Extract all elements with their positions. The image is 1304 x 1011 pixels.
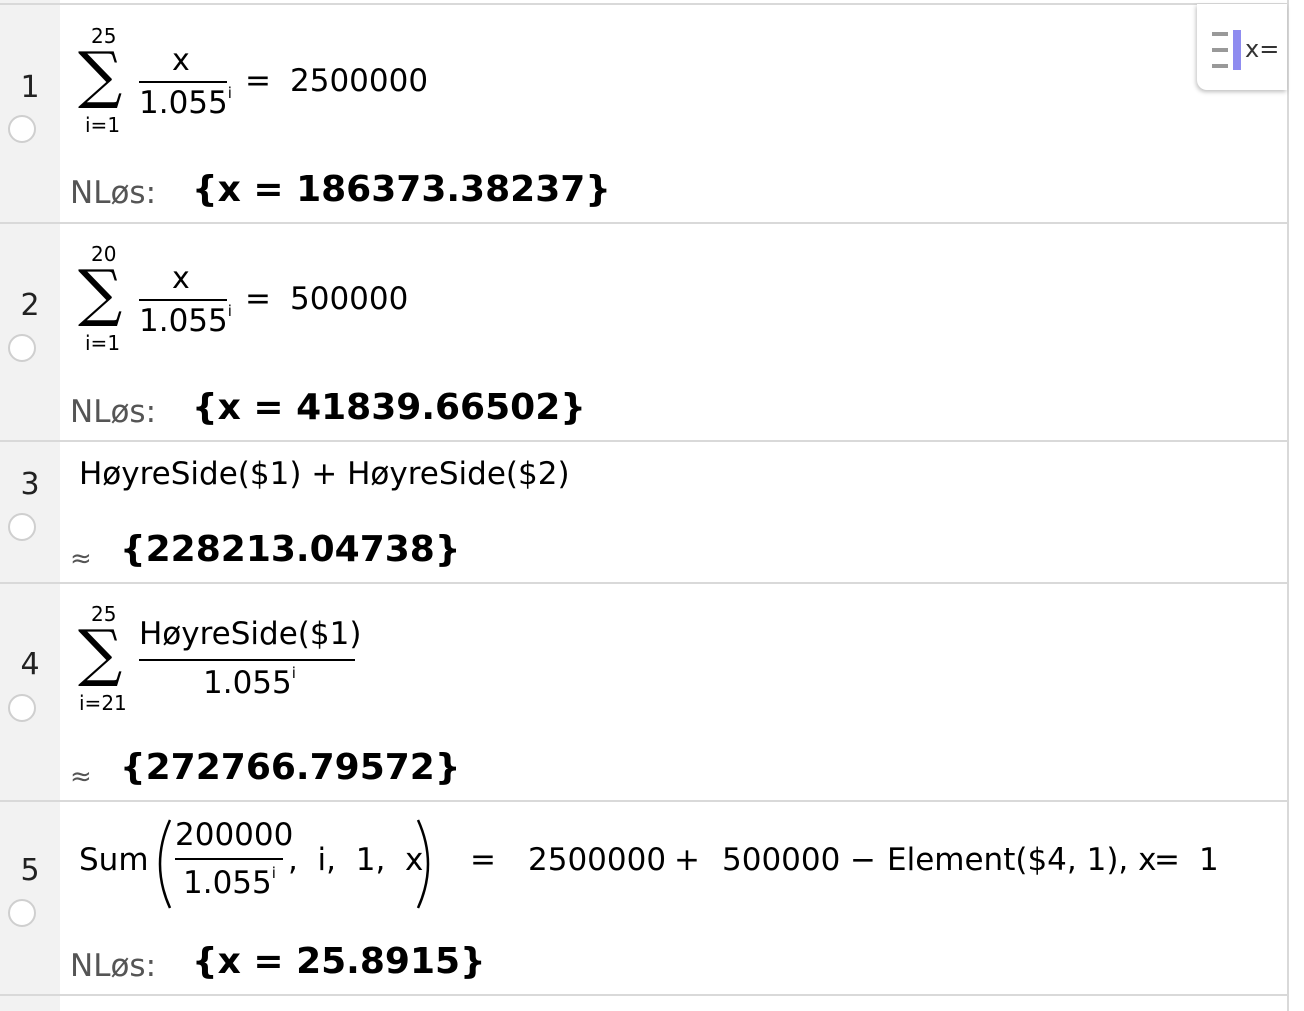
- algebra-toggle-label: x=: [1245, 35, 1280, 63]
- equation-rhs-term: 500000: [722, 842, 841, 878]
- row-divider: [0, 582, 1288, 584]
- fraction-numerator: x: [172, 261, 190, 296]
- output-value: {x = 186373.38237}: [192, 169, 611, 210]
- function-arguments: , i, 1, x: [288, 842, 424, 878]
- row-divider: [0, 800, 1288, 802]
- row-divider: [0, 3, 1288, 5]
- row-visibility-toggle[interactable]: [8, 899, 36, 927]
- output-label: NLøs:: [70, 175, 157, 211]
- fraction-numerator: HøyreSide($1): [139, 616, 362, 652]
- sum-lower-limit: i=1: [85, 113, 121, 137]
- output-label: NLøs:: [70, 948, 157, 984]
- equation-rhs-term: 2500000: [528, 842, 667, 878]
- fraction-bar: [175, 858, 283, 860]
- row-number: 2: [20, 288, 40, 323]
- fraction-numerator: 200000: [175, 817, 294, 853]
- output-value: {272766.79572}: [120, 747, 461, 788]
- sum-lower-limit: i=1: [85, 331, 121, 355]
- sum-lower-limit: i=21: [79, 691, 127, 715]
- fraction-denominator: 1.055i: [139, 84, 232, 121]
- right-border: [1287, 0, 1289, 1011]
- row-divider: [0, 440, 1288, 442]
- output-label: ≈: [70, 544, 92, 574]
- output-value: {x = 41839.66502}: [192, 387, 586, 428]
- equals-sign: =: [245, 281, 271, 317]
- equals-sign: =: [245, 63, 271, 99]
- left-parenthesis-icon: [158, 819, 172, 909]
- equals-sign: =: [470, 842, 496, 878]
- minus-sign: −: [850, 842, 876, 878]
- row-number: 4: [20, 647, 40, 682]
- equation-rhs: 2500000: [290, 63, 429, 99]
- equals-sign: =: [1154, 842, 1180, 878]
- row-visibility-toggle[interactable]: [8, 694, 36, 722]
- row-number: 5: [20, 853, 40, 888]
- fraction-numerator: x: [172, 43, 190, 78]
- cas-input[interactable]: HøyreSide($1) + HøyreSide($2): [79, 459, 570, 490]
- equation-rhs-term: Element($4, 1), x: [887, 842, 1157, 878]
- fraction-bar: [139, 659, 355, 661]
- fraction-bar: [139, 81, 227, 83]
- start-value: 1: [1199, 842, 1219, 878]
- row-number: 1: [20, 70, 40, 105]
- sigma-icon: ∑: [78, 38, 123, 111]
- output-label: NLøs:: [70, 394, 157, 430]
- row-divider: [0, 994, 1288, 996]
- row-divider: [0, 222, 1288, 224]
- right-parenthesis-icon: [416, 819, 430, 909]
- fraction-denominator: 1.055i: [183, 864, 276, 901]
- algebra-view-toggle-button[interactable]: x=: [1197, 4, 1287, 90]
- row-visibility-toggle[interactable]: [8, 115, 36, 143]
- row-visibility-toggle[interactable]: [8, 513, 36, 541]
- output-label: ≈: [70, 762, 92, 792]
- fraction-bar: [139, 299, 227, 301]
- fraction-denominator: 1.055i: [139, 302, 232, 339]
- row-visibility-toggle[interactable]: [8, 334, 36, 362]
- output-value: {228213.04738}: [120, 529, 461, 570]
- fraction-denominator: 1.055i: [203, 664, 296, 701]
- sigma-icon: ∑: [78, 256, 123, 329]
- output-value: {x = 25.8915}: [192, 941, 486, 982]
- equation-rhs: 500000: [290, 281, 409, 317]
- function-name: Sum: [79, 842, 149, 878]
- row-number: 3: [20, 467, 40, 502]
- sigma-icon: ∑: [78, 616, 123, 689]
- plus-sign: +: [674, 842, 700, 878]
